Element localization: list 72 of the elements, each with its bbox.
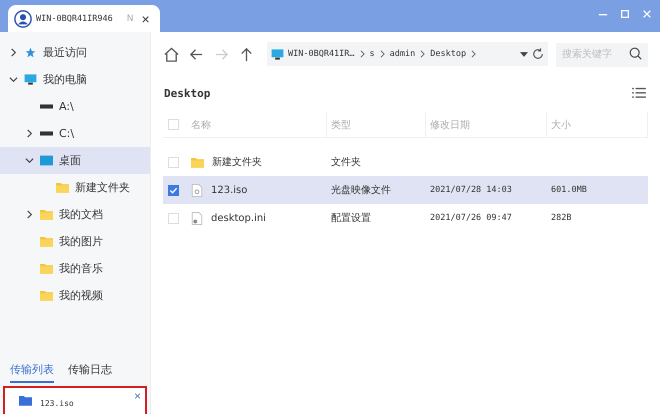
tree-item[interactable]: A:\ bbox=[0, 93, 150, 120]
desktop-icon bbox=[40, 155, 53, 166]
breadcrumb-link[interactable]: s bbox=[370, 49, 375, 59]
home-icon[interactable] bbox=[163, 46, 180, 62]
file-name: 123.iso bbox=[211, 184, 248, 196]
table-row[interactable]: 新建文件夹 文件夹 bbox=[163, 148, 648, 176]
tree-item[interactable]: 桌面 bbox=[0, 147, 150, 174]
folder-icon bbox=[56, 182, 69, 193]
maximize-icon[interactable] bbox=[620, 9, 630, 19]
chevron-right-icon bbox=[380, 50, 385, 58]
chevron-right-icon[interactable] bbox=[8, 48, 18, 57]
tree-item[interactable]: 我的文档 bbox=[0, 201, 150, 228]
transfer-tab[interactable]: 传输列表 bbox=[10, 362, 54, 383]
refresh-icon[interactable] bbox=[532, 48, 544, 60]
chevron-right-icon bbox=[471, 50, 476, 58]
chevron-right-icon[interactable] bbox=[24, 129, 34, 138]
checkmark-icon bbox=[169, 186, 178, 194]
chevron-right-icon[interactable] bbox=[24, 210, 34, 219]
avatar-icon bbox=[14, 10, 32, 28]
chevron-right-icon bbox=[360, 50, 365, 58]
breadcrumb-link[interactable]: admin bbox=[390, 49, 416, 59]
folder-icon bbox=[40, 236, 53, 247]
folder-icon bbox=[40, 209, 53, 220]
search-field[interactable]: 搜索关键字 bbox=[556, 42, 648, 66]
file-type: 文件夹 bbox=[331, 156, 361, 169]
breadcrumb-link[interactable]: Desktop bbox=[430, 49, 466, 59]
folder-icon bbox=[40, 290, 53, 301]
folder-title: Desktop bbox=[164, 86, 210, 100]
window-tab[interactable]: WIN-0BQR41IR946 N × bbox=[8, 5, 160, 32]
star-icon bbox=[24, 47, 37, 58]
file-name: 123.iso bbox=[40, 399, 74, 409]
file-size: 282B bbox=[551, 213, 572, 223]
close-icon[interactable] bbox=[642, 9, 652, 19]
drive-icon bbox=[40, 131, 53, 136]
file-type: 光盘映像文件 bbox=[331, 184, 391, 197]
tree-item[interactable]: 我的图片 bbox=[0, 228, 150, 255]
checkbox[interactable] bbox=[168, 184, 179, 196]
table-row[interactable]: 123.iso 光盘映像文件 2021/07/28 14:03 601.0MB bbox=[163, 176, 648, 204]
tree-item[interactable]: 新建文件夹 bbox=[0, 174, 150, 201]
tree-item[interactable]: 我的电脑 bbox=[0, 66, 150, 93]
transfer-tab[interactable]: 传输日志 bbox=[68, 362, 112, 383]
drive-icon bbox=[40, 104, 53, 109]
path-bar[interactable]: WIN-0BQR41IR… s admin Desktop bbox=[267, 42, 548, 66]
settings-file-icon bbox=[191, 212, 203, 224]
tab-close-button[interactable]: × bbox=[142, 12, 150, 26]
tree-item[interactable]: C:\ bbox=[0, 120, 150, 147]
dropdown-caret-icon[interactable] bbox=[520, 52, 528, 56]
tree-item[interactable]: 我的音乐 bbox=[0, 255, 150, 282]
chevron-down-icon[interactable] bbox=[24, 156, 34, 165]
modified-date: 2021/07/28 14:03 bbox=[430, 185, 512, 195]
monitor-icon bbox=[271, 48, 284, 60]
tab-suffix: N bbox=[126, 14, 134, 24]
modified-date: 2021/07/26 09:47 bbox=[430, 213, 512, 223]
chevron-right-icon bbox=[420, 50, 426, 58]
folder-icon bbox=[19, 395, 32, 406]
folder-icon bbox=[40, 263, 53, 274]
search-icon[interactable] bbox=[629, 47, 642, 60]
folder-icon bbox=[191, 156, 204, 168]
tree-item[interactable]: 最近访问 bbox=[0, 39, 150, 66]
table-row[interactable]: desktop.ini 配置设置 2021/07/26 09:47 282B bbox=[163, 204, 648, 232]
breadcrumb-link[interactable]: WIN-0BQR41IR… bbox=[288, 49, 355, 59]
tab-title: WIN-0BQR41IR946 bbox=[36, 14, 113, 24]
chevron-down-icon[interactable] bbox=[8, 75, 18, 84]
tree-item[interactable]: 我的视频 bbox=[0, 282, 150, 309]
disc-file-icon bbox=[191, 184, 203, 196]
file-type: 配置设置 bbox=[331, 212, 371, 225]
list-view-icon[interactable] bbox=[632, 87, 646, 99]
file-name: desktop.ini bbox=[211, 212, 266, 224]
close-button[interactable]: × bbox=[134, 390, 141, 402]
file-size: 601.0MB bbox=[551, 185, 587, 195]
file-name: 新建文件夹 bbox=[212, 156, 262, 169]
monitor-icon bbox=[24, 74, 37, 85]
